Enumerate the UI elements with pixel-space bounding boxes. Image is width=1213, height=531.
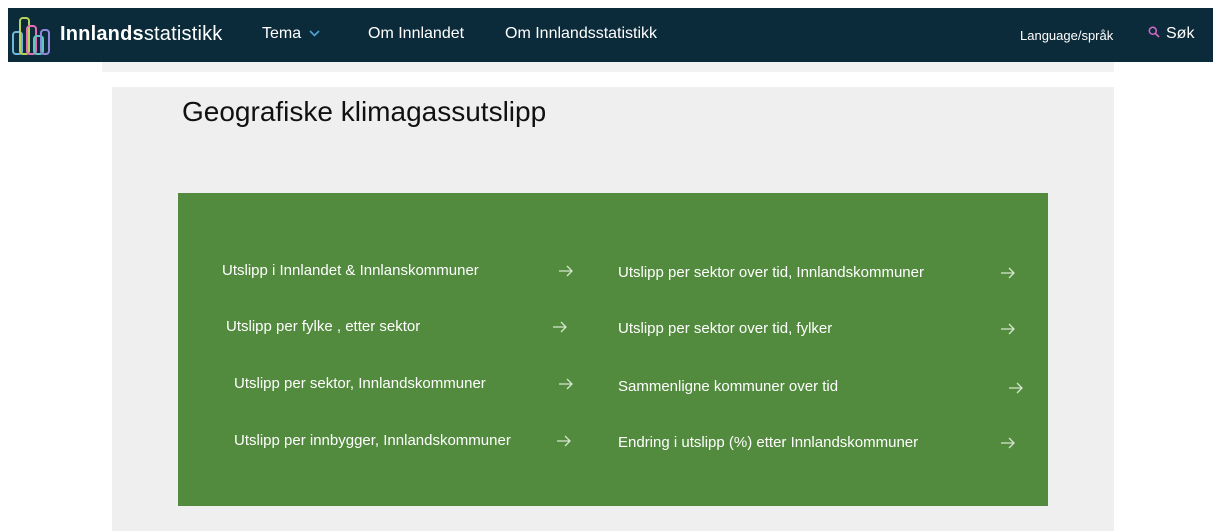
nav-om-innlandet[interactable]: Om Innlandet bbox=[368, 25, 464, 43]
search-icon bbox=[1148, 26, 1160, 38]
page: Innlandsstatistikk Tema Om Innlandet Om … bbox=[0, 0, 1213, 531]
page-title: Geografiske klimagassutslipp bbox=[182, 96, 547, 127]
language-switcher[interactable]: Language/språk bbox=[1020, 28, 1113, 43]
link-utslipp-per-fylke[interactable]: Utslipp per fylke , etter sektor bbox=[226, 318, 420, 335]
nav-tema-label: Tema bbox=[262, 25, 302, 42]
nav-tema[interactable]: Tema bbox=[262, 25, 320, 43]
chevron-down-icon bbox=[309, 26, 320, 40]
link-sammenligne-kommuner[interactable]: Sammenligne kommuner over tid bbox=[618, 378, 838, 395]
link-utslipp-innlandet[interactable]: Utslipp i Innlandet & Innlanskommuner bbox=[222, 262, 479, 279]
top-navbar: Innlandsstatistikk Tema Om Innlandet Om … bbox=[8, 8, 1213, 62]
search-button[interactable]: Søk bbox=[1148, 25, 1194, 43]
link-endring-i-utslipp[interactable]: Endring i utslipp (%) etter Innlandskomm… bbox=[618, 434, 918, 451]
arrow-right-icon[interactable] bbox=[558, 264, 574, 277]
site-logo-text[interactable]: Innlandsstatistikk bbox=[60, 23, 223, 46]
arrow-right-icon[interactable] bbox=[552, 320, 568, 333]
link-utslipp-per-sektor[interactable]: Utslipp per sektor, Innlandskommuner bbox=[234, 375, 486, 392]
link-box bbox=[178, 193, 1048, 506]
city-bars-logo-icon[interactable] bbox=[10, 12, 54, 58]
logo-bold: Innlands bbox=[60, 23, 144, 45]
link-sektor-over-tid-fylker[interactable]: Utslipp per sektor over tid, fylker bbox=[618, 320, 832, 337]
search-label: Søk bbox=[1166, 25, 1195, 42]
arrow-right-icon[interactable] bbox=[556, 434, 572, 447]
link-sektor-over-tid-kommuner[interactable]: Utslipp per sektor over tid, Innlandskom… bbox=[618, 264, 924, 281]
link-utslipp-per-innbygger[interactable]: Utslipp per innbygger, Innlandskommuner bbox=[234, 432, 511, 449]
arrow-right-icon[interactable] bbox=[1000, 322, 1016, 335]
nav-om-innlandsstatistikk[interactable]: Om Innlandsstatistikk bbox=[505, 25, 657, 43]
arrow-right-icon[interactable] bbox=[1008, 381, 1024, 394]
arrow-right-icon[interactable] bbox=[1000, 266, 1016, 279]
arrow-right-icon[interactable] bbox=[558, 377, 574, 390]
logo-light: statistikk bbox=[143, 23, 223, 45]
header-divider-strip bbox=[102, 62, 1114, 72]
arrow-right-icon[interactable] bbox=[1000, 436, 1016, 449]
